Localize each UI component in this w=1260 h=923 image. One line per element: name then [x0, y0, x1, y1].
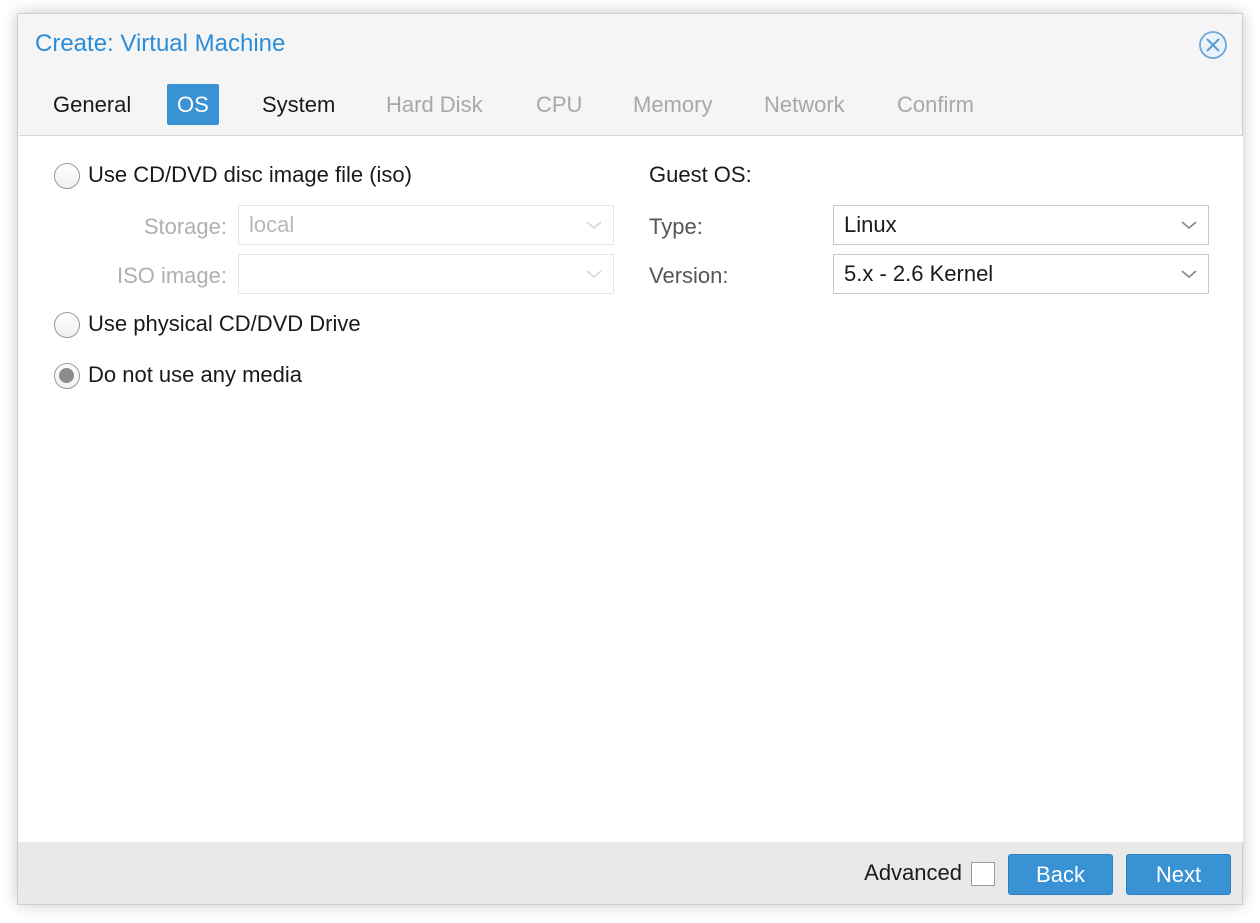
dialog-title: Create: Virtual Machine — [35, 30, 286, 57]
close-icon[interactable] — [1198, 30, 1228, 60]
tab-os[interactable]: OS — [167, 84, 219, 125]
iso-image-select — [238, 254, 614, 294]
advanced-checkbox[interactable] — [971, 862, 995, 886]
next-button[interactable]: Next — [1126, 854, 1231, 895]
radio-no-media[interactable] — [54, 363, 80, 389]
radio-physical-drive-label[interactable]: Use physical CD/DVD Drive — [88, 311, 361, 337]
storage-label: Storage: — [143, 214, 227, 239]
chevron-down-icon — [586, 221, 602, 230]
radio-no-media-label[interactable]: Do not use any media — [88, 362, 302, 388]
tab-cpu: CPU — [536, 92, 583, 117]
radio-iso-image[interactable] — [54, 163, 80, 189]
tab-confirm: Confirm — [897, 92, 975, 117]
iso-image-label: ISO image: — [116, 263, 227, 288]
os-panel: Use CD/DVD disc image file (iso) Storage… — [19, 135, 1243, 843]
tab-general[interactable]: General — [43, 84, 141, 125]
chevron-down-icon — [1181, 221, 1197, 230]
storage-value: local — [249, 212, 295, 237]
storage-select: local — [238, 205, 614, 245]
version-label: Version: — [649, 263, 729, 288]
os-version-value: 5.x - 2.6 Kernel — [844, 261, 994, 286]
chevron-down-icon — [586, 270, 602, 279]
tab-memory: Memory — [633, 92, 713, 117]
dialog-footer: Advanced Back Next — [18, 842, 1242, 904]
back-button[interactable]: Back — [1008, 854, 1113, 895]
radio-iso-image-label[interactable]: Use CD/DVD disc image file (iso) — [88, 162, 412, 188]
os-type-value: Linux — [844, 212, 897, 237]
advanced-label: Advanced — [864, 860, 962, 885]
type-label: Type: — [649, 214, 703, 239]
tab-network: Network — [764, 92, 845, 117]
os-version-select[interactable]: 5.x - 2.6 Kernel — [833, 254, 1209, 294]
guest-os-heading: Guest OS: — [649, 162, 752, 187]
chevron-down-icon — [1181, 270, 1197, 279]
radio-physical-drive[interactable] — [54, 312, 80, 338]
os-type-select[interactable]: Linux — [833, 205, 1209, 245]
create-vm-dialog: Create: Virtual Machine General OS Syste… — [17, 13, 1243, 905]
wizard-tabs: General OS System Hard Disk CPU Memory N… — [18, 84, 1242, 126]
tab-system[interactable]: System — [252, 84, 345, 125]
tab-hard-disk: Hard Disk — [386, 92, 483, 117]
